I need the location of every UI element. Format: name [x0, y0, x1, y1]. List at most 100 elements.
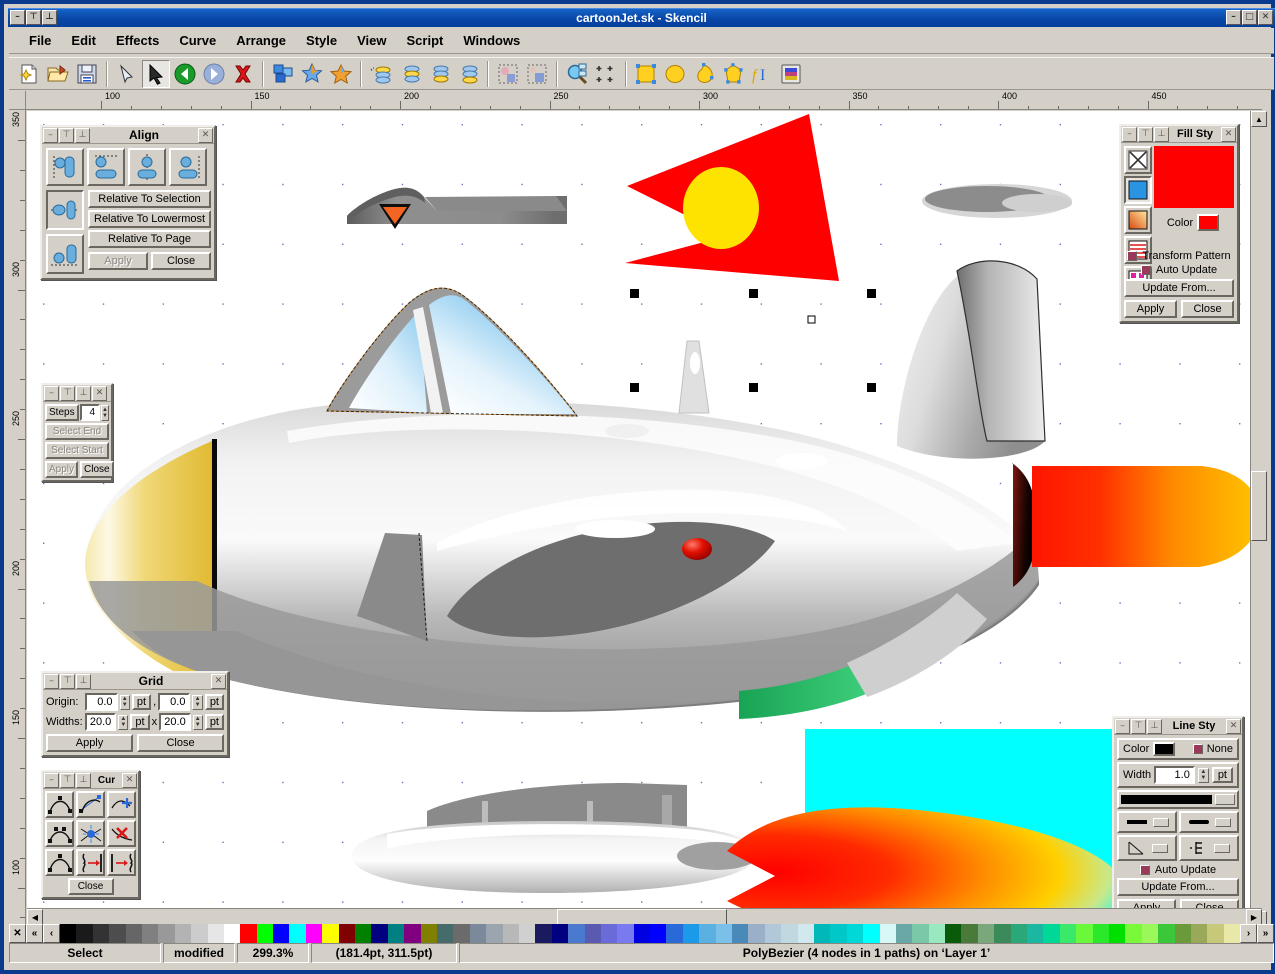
fill-style-dialog[interactable]: – ⊤ ⊥ Fill Sty ✕: [1119, 124, 1239, 323]
palette-swatch[interactable]: [240, 924, 256, 943]
menu-style[interactable]: Style: [296, 30, 347, 51]
blend-icon[interactable]: [494, 60, 522, 88]
curve-close-button[interactable]: Close: [68, 878, 114, 895]
palette-swatch[interactable]: [126, 924, 142, 943]
cap-butt-icon[interactable]: [1117, 811, 1177, 833]
palette-swatch[interactable]: [306, 924, 322, 943]
image-tool-icon[interactable]: [777, 60, 805, 88]
fill-color-swatch[interactable]: [1197, 214, 1219, 231]
grid-shade-icon[interactable]: ⊤: [60, 674, 75, 689]
cap-round-icon[interactable]: [1179, 811, 1239, 833]
palette-swatch[interactable]: [60, 924, 76, 943]
menu-windows[interactable]: Windows: [453, 30, 530, 51]
grid-minimize-icon[interactable]: –: [44, 674, 59, 689]
node-insert-icon[interactable]: [107, 791, 136, 818]
scroll-up-icon[interactable]: ▲: [1251, 111, 1267, 127]
scroll-right-icon[interactable]: ▶: [1246, 909, 1262, 925]
palette-swatch[interactable]: [634, 924, 650, 943]
palette-swatch[interactable]: [1142, 924, 1158, 943]
dash-style-icon[interactable]: [1179, 835, 1239, 861]
line-shade-icon[interactable]: ⊤: [1131, 719, 1146, 734]
maximize-icon[interactable]: ⊥: [42, 10, 57, 25]
palette-swatch[interactable]: [208, 924, 224, 943]
palette-swatch[interactable]: [617, 924, 633, 943]
hscroll-thumb[interactable]: [557, 909, 727, 925]
node-symmetric-icon[interactable]: [45, 849, 74, 876]
menu-edit[interactable]: Edit: [61, 30, 106, 51]
align-minimize-icon[interactable]: –: [43, 128, 58, 143]
node-open-start-icon[interactable]: [76, 849, 105, 876]
palette-swatch[interactable]: [748, 924, 764, 943]
blend-close-icon[interactable]: ✕: [92, 386, 107, 401]
palette-swatch[interactable]: [945, 924, 961, 943]
node-delete-icon[interactable]: [107, 820, 136, 847]
fill-minimize-icon[interactable]: –: [1122, 127, 1137, 142]
select-arrow-icon[interactable]: [142, 60, 170, 88]
palette-no-color-button[interactable]: ✕: [9, 924, 26, 943]
align-top-icon[interactable]: [87, 148, 125, 186]
palette-swatch[interactable]: [1093, 924, 1109, 943]
palette-swatch[interactable]: [1027, 924, 1043, 943]
blend-apply-button[interactable]: Apply: [45, 461, 78, 478]
menu-effects[interactable]: Effects: [106, 30, 169, 51]
grid-apply-button[interactable]: Apply: [46, 734, 133, 752]
grid-pin-icon[interactable]: ⊥: [76, 674, 91, 689]
palette-swatch[interactable]: [371, 924, 387, 943]
palette-swatch[interactable]: [1109, 924, 1125, 943]
no-fill-icon[interactable]: [1124, 146, 1152, 174]
palette-swatch[interactable]: [568, 924, 584, 943]
save-disk-icon[interactable]: [73, 60, 101, 88]
menu-arrange[interactable]: Arrange: [226, 30, 296, 51]
palette-swatch[interactable]: [1043, 924, 1059, 943]
grid-origin-y-spinner[interactable]: ▲▼: [192, 695, 202, 710]
fill-auto-update-checkbox[interactable]: [1141, 265, 1151, 275]
palette-scroll-right-button[interactable]: ›: [1240, 924, 1257, 943]
horizontal-scrollbar[interactable]: ◀ ▶: [27, 908, 1262, 924]
palette-swatch[interactable]: [388, 924, 404, 943]
vscroll-thumb[interactable]: [1251, 471, 1267, 541]
palette-swatch[interactable]: [847, 924, 863, 943]
palette-swatch[interactable]: [929, 924, 945, 943]
rectangle-tool-icon[interactable]: [632, 60, 660, 88]
transform-pattern-checkbox[interactable]: [1127, 251, 1137, 261]
grid-origin-x-unit[interactable]: pt: [132, 694, 151, 710]
palette-swatch[interactable]: [273, 924, 289, 943]
grid-close-button[interactable]: Close: [137, 734, 224, 752]
zoom-icon[interactable]: [563, 60, 591, 88]
curve-dialog[interactable]: – ⊤ ⊥ Cur ✕: [41, 770, 140, 899]
palette-swatch[interactable]: [322, 924, 338, 943]
palette-swatch[interactable]: [158, 924, 174, 943]
palette-swatch[interactable]: [994, 924, 1010, 943]
move-down-icon[interactable]: [425, 60, 453, 88]
palette-swatch[interactable]: [1076, 924, 1092, 943]
palette-swatch[interactable]: [716, 924, 732, 943]
palette-swatch[interactable]: [978, 924, 994, 943]
palette-swatch[interactable]: [437, 924, 453, 943]
palette-swatch[interactable]: [699, 924, 715, 943]
palette-swatch[interactable]: [1224, 924, 1240, 943]
palette-swatch[interactable]: [519, 924, 535, 943]
line-color-row[interactable]: Color None: [1117, 738, 1239, 760]
line-none-checkbox[interactable]: [1193, 744, 1203, 754]
blend-pin-icon[interactable]: ⊥: [76, 386, 91, 401]
palette-swatch[interactable]: [1191, 924, 1207, 943]
palette-scroll-left-button[interactable]: ‹: [43, 924, 60, 943]
palette-swatch[interactable]: [896, 924, 912, 943]
menu-script[interactable]: Script: [397, 30, 454, 51]
maximize-right-icon[interactable]: □: [1242, 10, 1257, 25]
palette-swatch[interactable]: [175, 924, 191, 943]
palette-swatch[interactable]: [289, 924, 305, 943]
close-icon[interactable]: ✕: [1258, 10, 1273, 25]
palette-swatch[interactable]: [404, 924, 420, 943]
fill-close-button[interactable]: Close: [1181, 300, 1234, 318]
align-center-vertical-icon[interactable]: [128, 148, 166, 186]
palette-swatch[interactable]: [552, 924, 568, 943]
undo-icon[interactable]: [171, 60, 199, 88]
grid-origin-x-field[interactable]: 0.0: [85, 693, 117, 711]
ungroup-icon[interactable]: [298, 60, 326, 88]
align-left-icon[interactable]: [46, 148, 84, 186]
grid-width-x-field[interactable]: 20.0: [85, 713, 117, 731]
polygon-tool-icon[interactable]: [719, 60, 747, 88]
palette-swatch[interactable]: [355, 924, 371, 943]
line-style-dialog[interactable]: – ⊤ ⊥ Line Sty ✕ Color None Width 1.0 ▲▼: [1112, 716, 1244, 922]
